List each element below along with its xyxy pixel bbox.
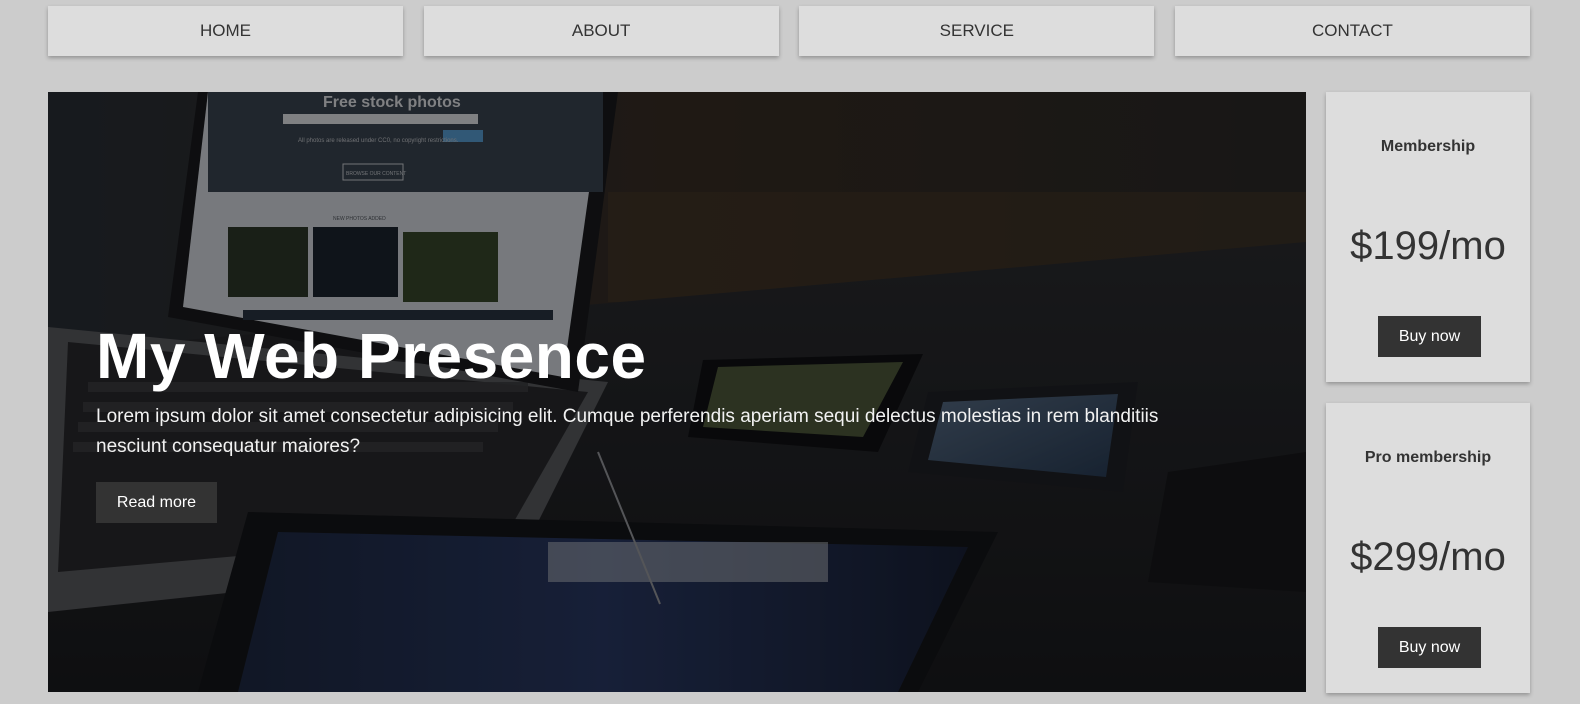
read-more-button[interactable]: Read more <box>96 482 217 523</box>
nav-home[interactable]: HOME <box>48 6 403 56</box>
hero-description: Lorem ipsum dolor sit amet consectetur a… <box>96 406 1159 457</box>
main-nav: HOME ABOUT SERVICE CONTACT <box>48 6 1530 56</box>
nav-about[interactable]: ABOUT <box>423 6 779 56</box>
nav-contact[interactable]: CONTACT <box>1174 6 1530 56</box>
plan-price: $299/mo <box>1350 535 1506 579</box>
pricing-card-pro-membership: Pro membership $299/mo Buy now <box>1326 403 1530 693</box>
buy-now-button[interactable]: Buy now <box>1378 316 1481 357</box>
hero-content: My Web Presence Lorem ipsum dolor sit am… <box>96 320 1216 523</box>
hero-title: My Web Presence <box>96 320 647 392</box>
hero-banner: Free stock photos All photos are release… <box>48 92 1306 692</box>
pricing-card-membership: Membership $199/mo Buy now <box>1326 92 1530 382</box>
plan-price: $199/mo <box>1350 224 1506 268</box>
nav-service[interactable]: SERVICE <box>799 6 1155 56</box>
buy-now-button[interactable]: Buy now <box>1378 627 1481 668</box>
plan-title: Pro membership <box>1364 449 1492 466</box>
plan-title: Membership <box>1380 138 1476 155</box>
